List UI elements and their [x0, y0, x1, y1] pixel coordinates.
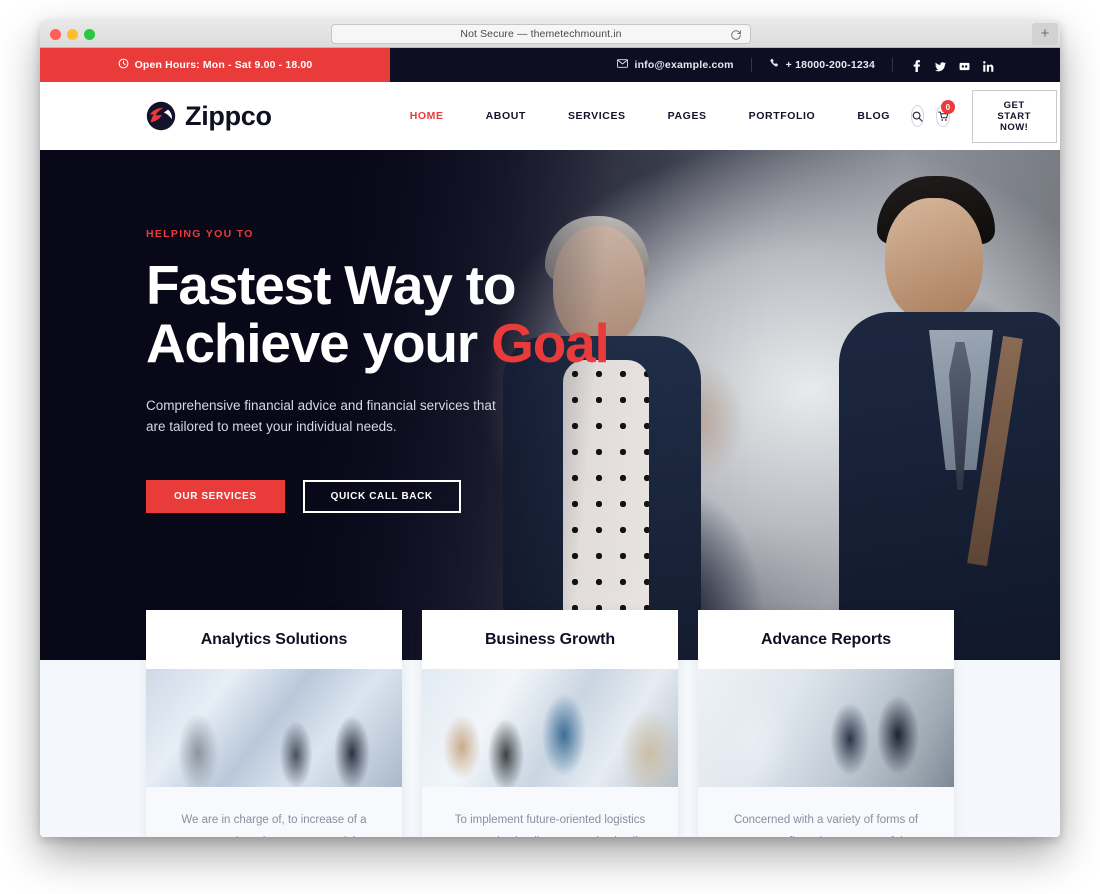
feature-card-advance-reports[interactable]: Advance Reports Concerned with a variety… [698, 610, 954, 837]
feature-cards-row: Analytics Solutions We are in charge of,… [40, 610, 1060, 837]
logo-text: Zippco [185, 100, 272, 131]
browser-window: Not Secure — themetechmount.in + Open Ho… [40, 20, 1060, 837]
nav-item-blog[interactable]: BLOG [836, 110, 911, 122]
cart-count-badge: 0 [940, 100, 955, 114]
maximize-window-button[interactable] [84, 29, 95, 40]
hero-content: HELPING YOU TO Fastest Way to Achieve yo… [40, 150, 1060, 514]
reload-icon[interactable] [730, 28, 742, 41]
email-text: info@example.com [634, 59, 734, 71]
our-services-button[interactable]: OUR SERVICES [146, 480, 285, 514]
nav-item-pages[interactable]: PAGES [647, 110, 728, 122]
card-image-office-meeting [422, 669, 678, 787]
facebook-icon[interactable] [911, 59, 922, 72]
address-bar[interactable]: Not Secure — themetechmount.in [331, 24, 751, 44]
card-text: We are in charge of, to increase of a co… [146, 787, 402, 837]
minimize-window-button[interactable] [67, 29, 78, 40]
hero-eyebrow: HELPING YOU TO [146, 228, 254, 240]
card-text: Concerned with a variety of forms of com… [698, 787, 954, 837]
get-start-now-button[interactable]: GET START NOW! [971, 89, 1057, 143]
phone-icon [769, 58, 780, 72]
nav-item-services[interactable]: SERVICES [547, 110, 647, 122]
envelope-icon [617, 59, 629, 71]
feature-cards-section: Analytics Solutions We are in charge of,… [40, 610, 1060, 837]
card-image-business-handshake [146, 669, 402, 787]
phone-text: + 18000-200-1234 [785, 59, 875, 71]
nav-item-about[interactable]: ABOUT [465, 110, 547, 122]
hero-title-line-2-plain: Achieve your [146, 312, 492, 375]
search-button[interactable] [911, 105, 925, 127]
window-traffic-lights[interactable] [50, 29, 95, 40]
card-title: Analytics Solutions [200, 631, 348, 648]
feature-card-analytics-solutions[interactable]: Analytics Solutions We are in charge of,… [146, 610, 402, 837]
zippco-logo-icon [146, 101, 176, 131]
browser-chrome: Not Secure — themetechmount.in + [40, 20, 1060, 48]
open-hours-text: Open Hours: Mon - Sat 9.00 - 18.00 [134, 59, 313, 71]
top-contact-group: info@example.com + 18000-200-1234 [390, 48, 1060, 82]
cart-button[interactable]: 0 [936, 100, 955, 127]
open-hours-block: Open Hours: Mon - Sat 9.00 - 18.00 [40, 48, 390, 82]
website-viewport: Open Hours: Mon - Sat 9.00 - 18.00 info@… [40, 48, 1060, 837]
hero-title: Fastest Way to Achieve your Goal [146, 256, 1060, 373]
linkedin-icon[interactable] [983, 59, 994, 72]
search-icon [912, 111, 923, 122]
flickr-icon[interactable] [959, 59, 970, 71]
clock-icon [118, 58, 129, 72]
card-image-businessmen-monitor [698, 669, 954, 787]
feature-card-business-growth[interactable]: Business Growth To implement future-orie… [422, 610, 678, 837]
hero-subtitle: Comprehensive financial advice and finan… [146, 397, 496, 435]
nav-item-portfolio[interactable]: PORTFOLIO [728, 110, 837, 122]
site-header: Zippco HOME ABOUT SERVICES PAGES PORTFOL… [40, 82, 1060, 150]
url-text: Not Secure — themetechmount.in [460, 28, 622, 40]
hero-title-line-2-accent: Goal [491, 312, 610, 375]
twitter-icon[interactable] [935, 59, 946, 72]
nav-item-home[interactable]: HOME [389, 110, 465, 122]
site-logo[interactable]: Zippco [146, 101, 272, 132]
header-actions: 0 GET START NOW! [911, 89, 1057, 143]
hero-buttons: OUR SERVICES QUICK CALL BACK [146, 480, 1060, 514]
quick-call-back-button[interactable]: QUICK CALL BACK [302, 480, 461, 514]
hero-section: HELPING YOU TO Fastest Way to Achieve yo… [40, 150, 1060, 660]
card-title: Advance Reports [760, 631, 892, 648]
top-info-bar: Open Hours: Mon - Sat 9.00 - 18.00 info@… [40, 48, 1060, 82]
card-text: To implement future-oriented logistics s… [422, 787, 678, 837]
new-tab-button[interactable]: + [1032, 23, 1058, 45]
main-navigation: HOME ABOUT SERVICES PAGES PORTFOLIO BLOG [389, 110, 911, 122]
card-title: Business Growth [484, 631, 616, 648]
phone-link[interactable]: + 18000-200-1234 [752, 58, 892, 72]
close-window-button[interactable] [50, 29, 61, 40]
hero-title-line-1: Fastest Way to [146, 254, 517, 316]
social-links [893, 59, 994, 72]
email-link[interactable]: info@example.com [600, 59, 750, 71]
